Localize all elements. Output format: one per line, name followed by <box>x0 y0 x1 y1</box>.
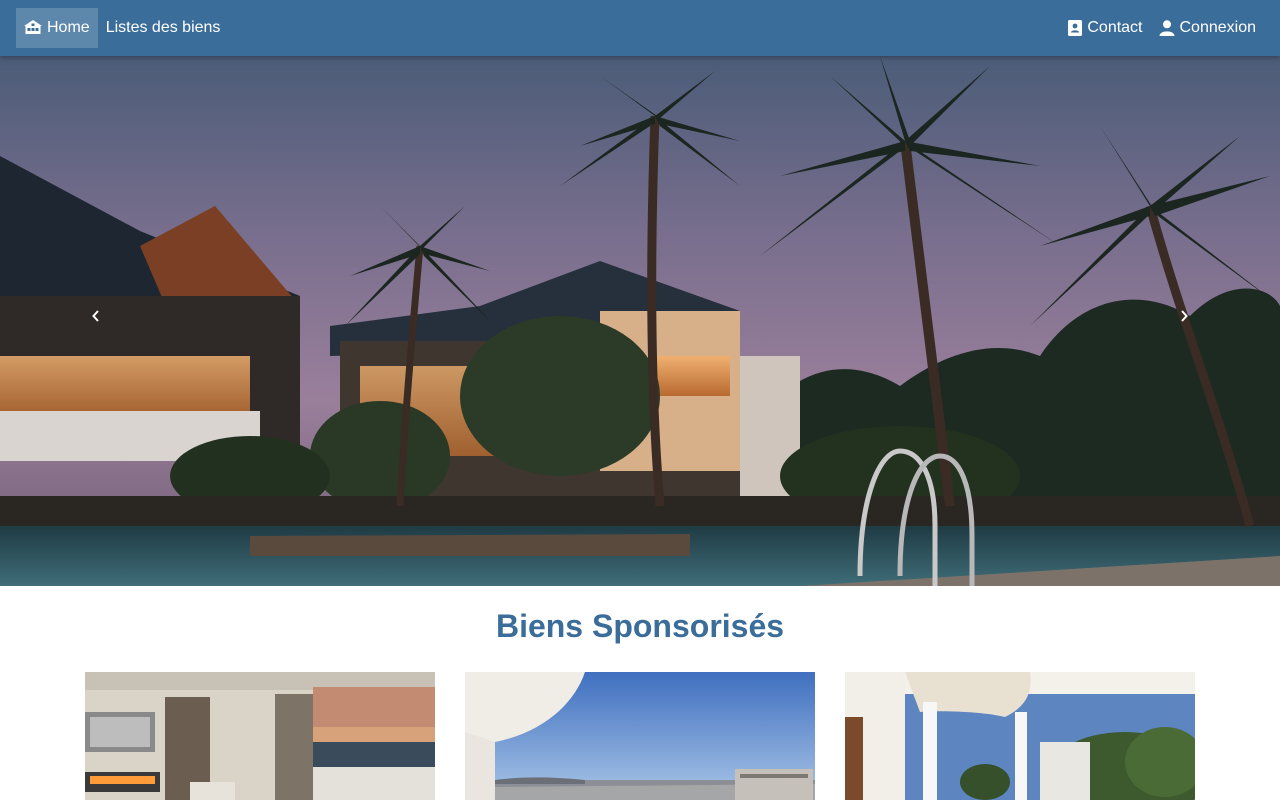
top-navbar: Home Listes des biens Contact Connexion <box>0 0 1280 56</box>
living-room-sea-view-image <box>85 672 435 800</box>
sponsored-card-2[interactable] <box>465 672 815 800</box>
hero-carousel <box>0 56 1280 586</box>
carousel-next-button[interactable] <box>1169 306 1199 330</box>
nav-listes-link[interactable]: Listes des biens <box>98 8 229 48</box>
white-terrace-garden-image <box>845 672 1195 800</box>
nav-contact-link[interactable]: Contact <box>1060 8 1150 48</box>
home-group-icon <box>24 20 42 36</box>
sponsored-section-title: Biens Sponsorisés <box>495 608 785 644</box>
address-book-icon <box>1068 20 1083 36</box>
nav-connexion-label: Connexion <box>1179 19 1257 36</box>
chevron-left-icon <box>91 309 101 328</box>
nav-connexion-link[interactable]: Connexion <box>1151 8 1265 48</box>
user-icon <box>1159 20 1175 36</box>
nav-home-link[interactable]: Home <box>16 8 98 48</box>
sponsored-card-1[interactable] <box>85 672 435 800</box>
chevron-right-icon <box>1179 309 1189 328</box>
nav-listes-label: Listes des biens <box>105 19 221 36</box>
sponsored-card-3[interactable] <box>845 672 1195 800</box>
carousel-prev-button[interactable] <box>81 306 111 330</box>
nav-contact-label: Contact <box>1087 19 1143 36</box>
resort-hero-image <box>0 56 1280 586</box>
nav-right-group: Contact Connexion <box>1060 0 1264 56</box>
balcony-city-view-image <box>465 672 815 800</box>
nav-left-group: Home Listes des biens <box>16 0 228 56</box>
nav-home-label: Home <box>47 19 90 36</box>
